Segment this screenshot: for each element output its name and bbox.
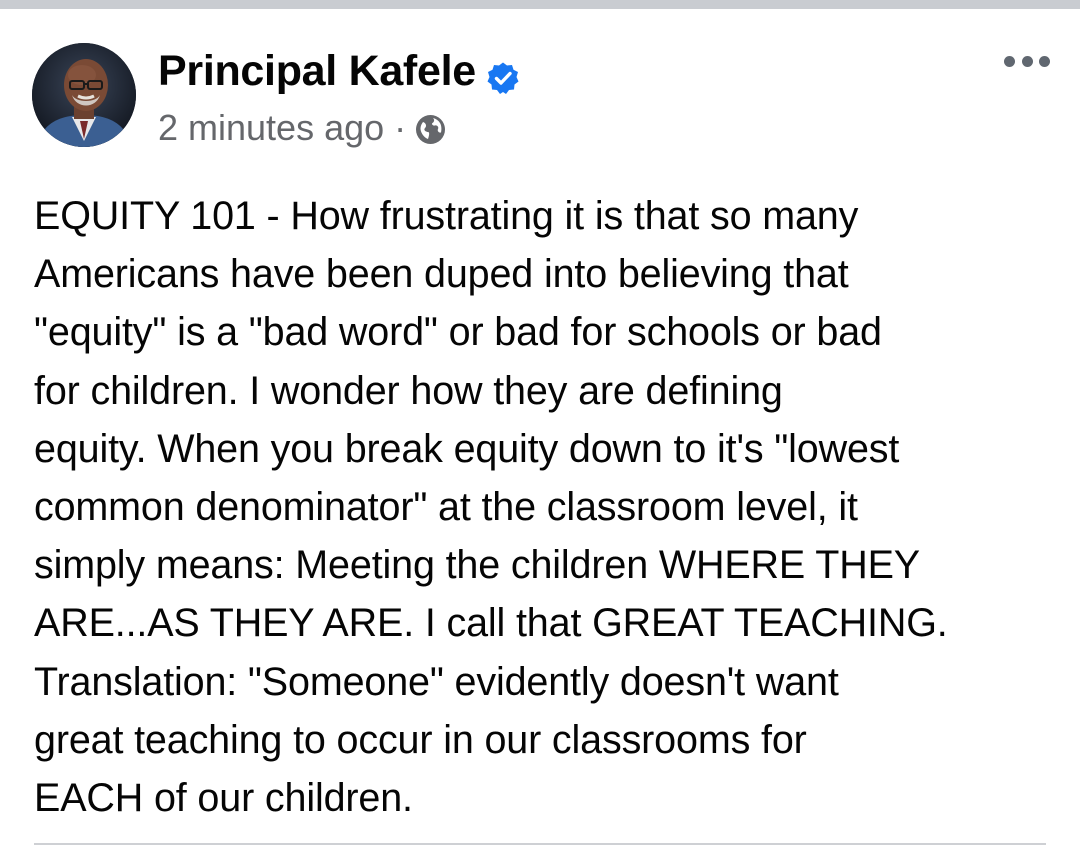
post-divider — [34, 843, 1046, 845]
avatar[interactable] — [32, 43, 136, 147]
top-separator-bar — [0, 0, 1080, 9]
post-text: EQUITY 101 - How frustrating it is that … — [34, 194, 948, 821]
author-name[interactable]: Principal Kafele — [158, 47, 476, 96]
globe-icon[interactable] — [414, 113, 447, 146]
post-header: Principal Kafele 2 minutes ago · — [0, 9, 1080, 159]
more-options-button[interactable] — [1004, 51, 1050, 71]
facebook-post: Principal Kafele 2 minutes ago · EQUITY … — [0, 0, 1080, 849]
avatar-image — [32, 43, 136, 147]
more-options-icon — [1039, 55, 1050, 67]
more-options-icon — [1021, 55, 1033, 67]
meta-separator: · — [394, 107, 407, 148]
author-name-row: Principal Kafele — [158, 47, 520, 96]
post-meta: 2 minutes ago · — [158, 107, 447, 149]
more-options-icon — [1004, 55, 1015, 67]
post-timestamp[interactable]: 2 minutes ago — [158, 107, 384, 149]
verified-badge-icon — [486, 57, 520, 94]
